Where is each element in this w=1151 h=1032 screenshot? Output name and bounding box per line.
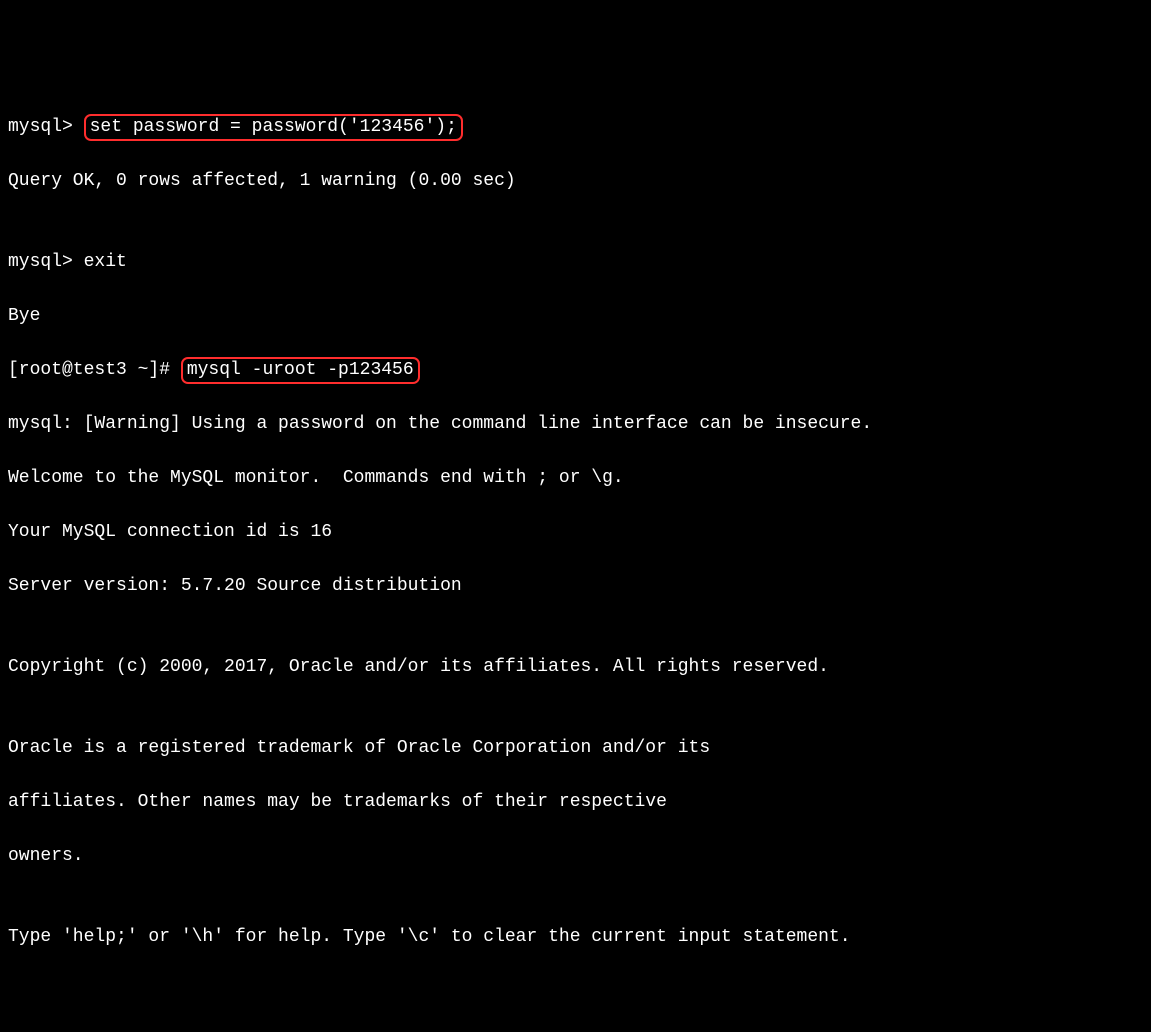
terminal-line-8: Welcome to the MySQL monitor. Commands e… xyxy=(8,465,1143,492)
terminal-line-15: affiliates. Other names may be trademark… xyxy=(8,789,1143,816)
terminal-line-12: Copyright (c) 2000, 2017, Oracle and/or … xyxy=(8,654,1143,681)
terminal-line-14: Oracle is a registered trademark of Orac… xyxy=(8,735,1143,762)
highlighted-set-password-command: set password = password('123456'); xyxy=(84,114,463,141)
terminal-line-5: Bye xyxy=(8,303,1143,330)
terminal-line-6: [root@test3 ~]# mysql -uroot -p123456 xyxy=(8,357,1143,384)
terminal-line-16: owners. xyxy=(8,843,1143,870)
highlighted-mysql-login-command: mysql -uroot -p123456 xyxy=(181,357,420,384)
terminal-line-7: mysql: [Warning] Using a password on the… xyxy=(8,411,1143,438)
shell-prompt: [root@test3 ~]# xyxy=(8,360,181,380)
terminal-line-4: mysql> exit xyxy=(8,249,1143,276)
terminal-line-10: Server version: 5.7.20 Source distributi… xyxy=(8,573,1143,600)
exit-command: exit xyxy=(84,252,127,272)
mysql-prompt: mysql> xyxy=(8,117,84,137)
terminal-line-1: mysql> set password = password('123456')… xyxy=(8,114,1143,141)
mysql-prompt: mysql> xyxy=(8,252,84,272)
terminal-line-2: Query OK, 0 rows affected, 1 warning (0.… xyxy=(8,168,1143,195)
terminal-line-9: Your MySQL connection id is 16 xyxy=(8,519,1143,546)
terminal-line-18: Type 'help;' or '\h' for help. Type '\c'… xyxy=(8,924,1143,951)
